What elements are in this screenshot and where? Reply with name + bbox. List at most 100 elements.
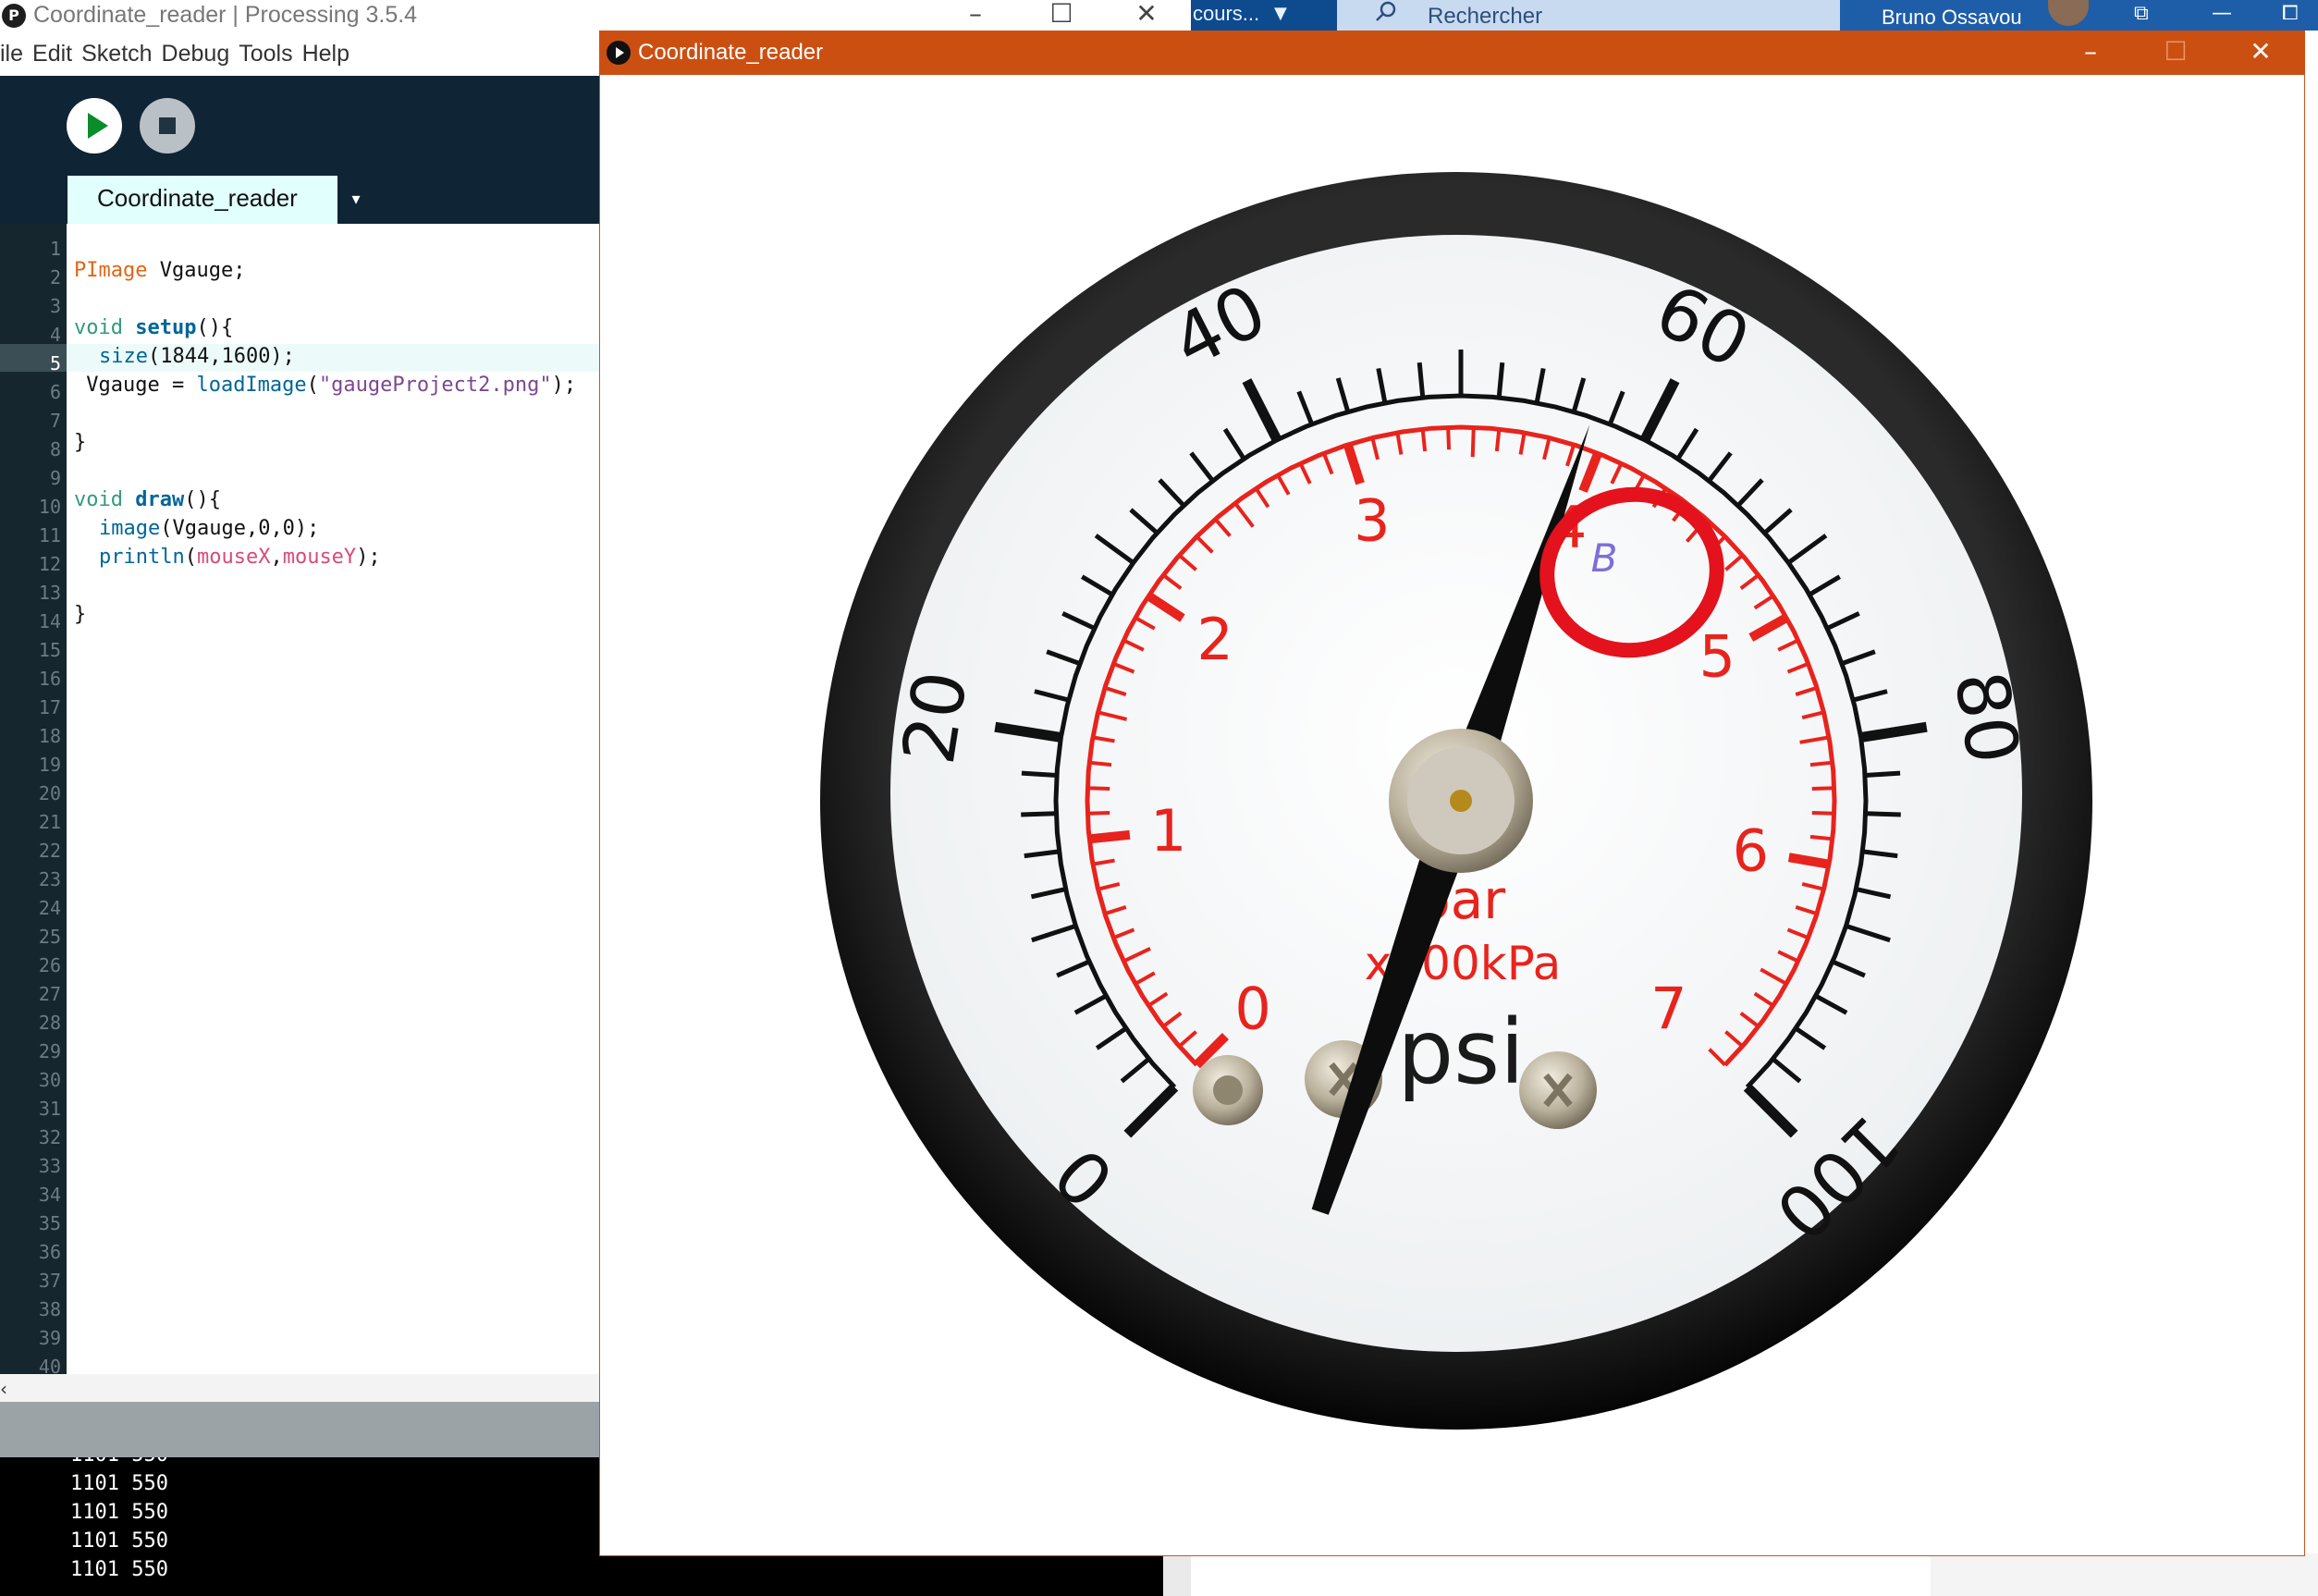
dropdown-arrow-icon[interactable]: ▼ [1274,4,1287,23]
search-box[interactable] [1337,0,1840,31]
line-number: 12 [38,553,61,575]
line-number: 35 [38,1212,61,1234]
line-number: 25 [38,926,61,948]
code-token: Vgauge = [74,374,197,397]
code-line-8[interactable]: } [74,431,86,454]
line-number: 26 [38,954,61,976]
line-number: 24 [38,897,61,919]
run-button[interactable] [67,98,122,153]
code-token: PImage [74,259,148,282]
code-line-4[interactable]: void setup(){ [74,316,233,339]
menu-edit[interactable]: Edit [32,41,72,67]
sketch-window-title: Coordinate_reader [638,40,824,65]
sketch-titlebar[interactable] [599,31,2305,75]
code-token: println [99,546,185,569]
stop-button[interactable] [140,98,195,153]
line-number: 30 [38,1069,61,1091]
background-window [1191,1553,1931,1596]
line-number: 21 [38,811,61,833]
psi-tick [1021,770,1058,778]
background-window-edge [2305,31,2318,1553]
psi-label: 20 [888,666,984,769]
background-scrollbar[interactable] [1163,1553,1191,1596]
code-line-10[interactable]: void draw(){ [74,488,221,511]
menu-debug[interactable]: Debug [162,41,230,67]
console-line: 1101 550 [70,1457,168,1467]
code-token: void [74,316,123,339]
line-number: 5 [49,352,61,374]
menu-bar: ile Edit Sketch Debug Tools Help [0,41,629,74]
menu-help[interactable]: Help [302,41,350,67]
bar-tick [1087,786,1110,792]
unit-psi-label: psi [1397,1001,1525,1104]
bar-label: 0 [1234,975,1270,1042]
line-number: 11 [38,524,61,546]
horizontal-scrollbar[interactable] [0,1374,601,1402]
bar-tick [1088,760,1112,767]
code-token: void [74,488,123,511]
maximize-icon[interactable]: ☐ [1034,0,1089,31]
menu-file[interactable]: ile [0,41,23,67]
line-number: 13 [38,582,61,604]
line-number: 23 [38,868,61,890]
line-number: 27 [38,983,61,1005]
minimize-icon[interactable]: — [2212,2,2232,25]
console-line: 1101 550 [70,1529,168,1553]
code-line-11[interactable]: image(Vgauge,0,0); [99,517,319,540]
tab-menu-arrow-icon[interactable]: ▾ [340,176,372,224]
code-token: image [99,517,161,540]
bar-tick [1470,427,1476,458]
close-icon[interactable]: ✕ [1119,0,1174,31]
line-number: 18 [38,725,61,747]
code-token: loadImage [196,374,307,397]
code-token: (){ [196,316,234,339]
background-window-panel [1931,1553,2318,1596]
message-bar [0,1402,601,1457]
line-number: 36 [38,1241,61,1263]
line-number: 34 [38,1184,61,1206]
line-number: 3 [49,295,61,317]
menu-tools[interactable]: Tools [239,41,292,67]
code-line-5[interactable]: size(1844,1600); [99,345,295,368]
bar-label: 5 [1699,623,1735,691]
bar-label: 6 [1733,817,1769,885]
line-number: 28 [38,1012,61,1034]
restore-window-icon[interactable]: ⧉ [2134,2,2149,25]
code-token: ); [356,546,381,569]
line-number: 17 [38,696,61,718]
line-number: 29 [38,1040,61,1062]
bar-tick [1087,810,1110,816]
psi-tick [1496,362,1505,399]
line-number: 31 [38,1098,61,1120]
needle-hub-icon [1389,729,1533,873]
code-line-2[interactable]: PImage Vgauge; [74,259,245,282]
gauge-image[interactable]: 02040 60801000123 4567 bar x100kPa psi B [601,75,2305,1554]
code-token: (){ [184,488,221,511]
code-line-14[interactable]: } [74,603,86,626]
bar-label: 2 [1196,606,1233,673]
console-line: 1101 550 [70,1558,168,1581]
minimize-icon[interactable]: – [948,0,1003,31]
bar-tick [1494,428,1502,452]
maximize-icon[interactable]: ⧠ [2282,2,2299,25]
menu-sketch[interactable]: Sketch [81,41,152,67]
psi-tick [1417,362,1426,399]
line-number: 2 [49,266,61,289]
code-token: , [270,546,283,569]
code-token: ( [184,546,197,569]
minimize-icon[interactable]: – [2060,33,2121,72]
code-token: mouseX [196,546,271,569]
ide-window-title: Coordinate_reader | Processing 3.5.4 [33,2,418,28]
line-number: 33 [38,1155,61,1177]
code-line-6[interactable]: Vgauge = loadImage("gaugeProject2.png"); [74,374,576,397]
console-line: 1101 550 [70,1501,168,1524]
scroll-left-icon[interactable]: ‹ [0,1378,7,1400]
psi-tick [1021,811,1057,817]
close-icon[interactable]: ✕ [2230,33,2291,72]
line-number: 22 [38,840,61,862]
code-line-12[interactable]: println(mouseX,mouseY); [99,546,381,569]
maximize-icon: ☐ [2164,36,2188,67]
bar-label: 3 [1354,486,1390,554]
line-number: 39 [38,1327,61,1349]
user-name: Bruno Ossavou [1882,6,2022,29]
